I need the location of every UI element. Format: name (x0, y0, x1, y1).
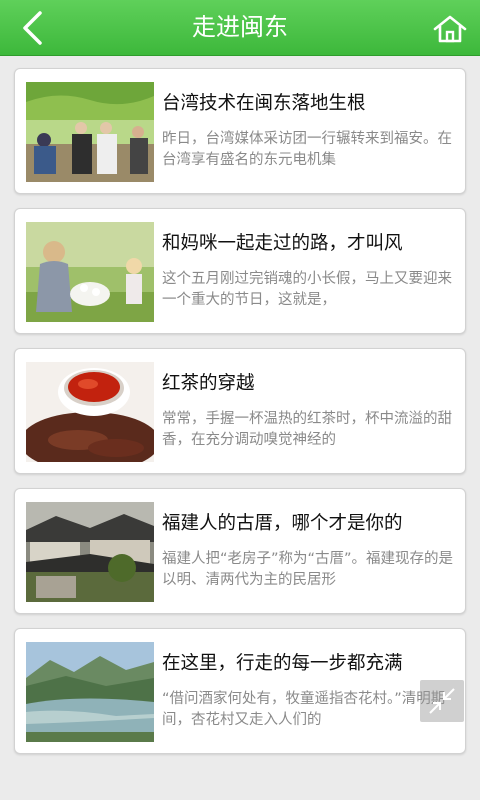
article-thumbnail (26, 82, 154, 182)
article-card[interactable]: 红茶的穿越 常常，手握一杯温热的红茶时，杯中流溢的甜香，在充分调动嗅觉神经的 (14, 348, 466, 474)
article-summary: 这个五月刚过完销魂的小长假，马上又要迎来一个重大的节日，这就是， (162, 271, 452, 308)
people-in-vineyard-photo (26, 82, 154, 182)
floating-shrink-button[interactable] (420, 680, 464, 722)
article-card[interactable]: 和妈咪一起走过的路，才叫风 这个五月刚过完销魂的小长假，马上又要迎来一个重大的节… (14, 208, 466, 334)
article-thumbnail (26, 362, 154, 462)
article-title: 在这里，行走的每一步都充满 (162, 653, 403, 674)
black-tea-cup-photo (26, 362, 154, 462)
river-valley-landscape-photo (26, 642, 154, 742)
article-title: 和妈咪一起走过的路，才叫风 (162, 233, 403, 254)
article-card[interactable]: 台湾技术在闽东落地生根 昨日，台湾媒体采访团一行辗转来到福安。在台湾享有盛名的东… (14, 68, 466, 194)
article-thumbnail (26, 222, 154, 322)
article-summary: 福建人把“老房子”称为“古厝”。福建现存的是以明、清两代为主的民居形 (162, 551, 454, 588)
shrink-arrows-icon (429, 688, 455, 714)
article-title: 红茶的穿越 (162, 373, 255, 394)
mother-and-child-with-flowers-photo (26, 222, 154, 322)
article-card[interactable]: 在这里，行走的每一步都充满 “借问酒家何处有，牧童遥指杏花村。”清明期间，杏花村… (14, 628, 466, 754)
article-title: 福建人的古厝，哪个才是你的 (162, 513, 403, 534)
article-card[interactable]: 福建人的古厝，哪个才是你的 福建人把“老房子”称为“古厝”。福建现存的是以明、清… (14, 488, 466, 614)
article-thumbnail (26, 642, 154, 742)
article-summary: 常常，手握一杯温热的红茶时，杯中流溢的甜香，在充分调动嗅觉神经的 (162, 411, 452, 448)
page-title: 走进闽东 (192, 13, 288, 41)
home-icon (433, 15, 467, 43)
title-bar: 走进闽东 (0, 0, 480, 56)
article-summary: 昨日，台湾媒体采访团一行辗转来到福安。在台湾享有盛名的东元电机集 (162, 131, 452, 168)
article-title: 台湾技术在闽东落地生根 (162, 93, 366, 114)
article-thumbnail (26, 502, 154, 602)
article-summary: “借问酒家何处有，牧童遥指杏花村。”清明期间，杏花村又走入人们的 (162, 691, 446, 728)
old-fujian-houses-photo (26, 502, 154, 602)
home-button[interactable] (430, 9, 470, 49)
